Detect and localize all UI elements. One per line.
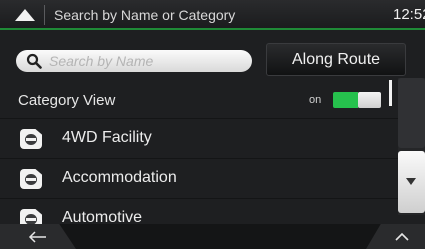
search-placeholder: Search by Name: [49, 53, 154, 69]
scroll-down-button[interactable]: [398, 151, 425, 213]
4wd-car-icon: [20, 129, 42, 149]
bed-icon: [20, 169, 42, 189]
arrow-left-icon: [28, 231, 46, 243]
search-input[interactable]: Search by Name: [16, 50, 252, 72]
list-item-label: Accommodation: [62, 169, 177, 186]
divider: [44, 5, 45, 25]
triangle-down-icon: [406, 178, 416, 185]
chevron-up-icon: [395, 232, 409, 241]
page-title: Search by Name or Category: [54, 7, 236, 23]
title-bar: Search by Name or Category 12:52: [0, 0, 425, 30]
clock: 12:52: [393, 6, 425, 23]
list-item-label: 4WD Facility: [62, 129, 152, 146]
toggle-fill: [333, 92, 358, 108]
along-route-label: Along Route: [291, 51, 381, 68]
list-item[interactable]: 4WD Facility: [0, 118, 398, 158]
scrollbar[interactable]: [398, 78, 425, 215]
category-view-toggle[interactable]: [333, 92, 381, 108]
back-button[interactable]: [0, 224, 76, 249]
bottom-bar: [0, 224, 425, 249]
scroll-up-button[interactable]: [366, 224, 425, 249]
toggle-knob[interactable]: [358, 92, 381, 108]
triangle-up-icon[interactable]: [15, 9, 35, 21]
along-route-button[interactable]: Along Route: [266, 43, 406, 76]
scroll-position-indicator: [389, 80, 392, 106]
category-view-row[interactable]: Category View on: [0, 82, 398, 118]
category-view-label: Category View: [18, 92, 116, 109]
scroll-track[interactable]: [398, 78, 425, 148]
search-icon: [26, 53, 42, 69]
list-item[interactable]: Accommodation: [0, 158, 398, 198]
toggle-state-label: on: [309, 94, 322, 106]
